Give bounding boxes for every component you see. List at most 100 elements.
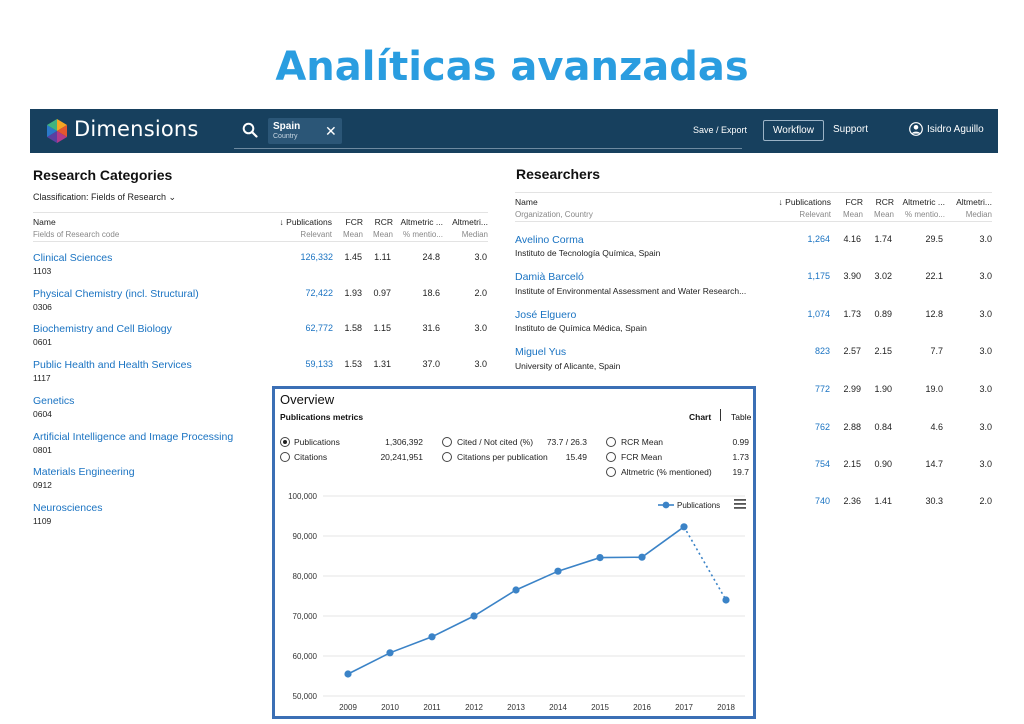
- user-name[interactable]: Isidro Aguillo: [927, 124, 984, 135]
- altmetric-value: 22.1: [925, 271, 943, 281]
- category-name[interactable]: Public Health and Health Services: [33, 359, 192, 371]
- x-tick-label: 2012: [465, 703, 483, 712]
- slide-title: Analíticas avanzadas: [275, 44, 749, 90]
- top-navigation-bar: Dimensions Spain Country ✕ Save / Export…: [30, 109, 998, 153]
- altmetric-median-value: 3.0: [979, 271, 992, 281]
- fcr-value: 1.73: [843, 309, 861, 319]
- legend-label[interactable]: Publications: [677, 501, 720, 510]
- publications-count[interactable]: 1,074: [807, 309, 830, 319]
- col-rcr[interactable]: RCR: [375, 217, 393, 227]
- researcher-name[interactable]: Avelino Corma: [515, 234, 584, 246]
- filter-chip-country[interactable]: Spain Country ✕: [268, 118, 342, 144]
- col-altmetric-median[interactable]: Altmetri...: [956, 197, 992, 207]
- researcher-name[interactable]: Damià Barceló: [515, 271, 584, 283]
- col-altmetric-median-sub: Median: [461, 230, 488, 239]
- category-code: 1117: [33, 373, 51, 383]
- category-name[interactable]: Physical Chemistry (incl. Structural): [33, 288, 199, 300]
- col-publications-sub: Relevant: [300, 230, 332, 239]
- dimensions-logo-icon[interactable]: [44, 118, 70, 144]
- researcher-name[interactable]: Miguel Yus: [515, 346, 566, 358]
- category-name[interactable]: Materials Engineering: [33, 466, 135, 478]
- altmetric-value: 7.7: [930, 346, 943, 356]
- altmetric-median-value: 3.0: [474, 323, 487, 333]
- user-icon[interactable]: [909, 122, 923, 136]
- altmetric-median-value: 3.0: [474, 359, 487, 369]
- category-code: 0604: [33, 409, 52, 419]
- save-export-button[interactable]: Save / Export: [693, 125, 747, 135]
- col-altmetric[interactable]: Altmetric ...: [902, 197, 945, 207]
- research-categories-title: Research Categories: [33, 167, 173, 183]
- researchers-title: Researchers: [516, 166, 601, 182]
- series-line: [347, 526, 685, 675]
- x-tick-label: 2010: [381, 703, 399, 712]
- rcr-value: 2.15: [874, 346, 892, 356]
- col-altmetric-sub: % mentio...: [402, 230, 443, 239]
- rcr-value: 1.31: [373, 359, 391, 369]
- legend-marker: [662, 501, 670, 509]
- col-fcr[interactable]: FCR: [346, 217, 363, 227]
- publications-count[interactable]: 62,772: [305, 323, 333, 333]
- x-tick-label: 2014: [549, 703, 567, 712]
- altmetric-value: 37.0: [422, 359, 440, 369]
- publications-count[interactable]: 126,332: [300, 252, 333, 262]
- data-point: [386, 649, 394, 657]
- col-rcr-sub: Mean: [372, 230, 393, 239]
- classification-dropdown[interactable]: Classification: Fields of Research ⌄: [33, 192, 176, 203]
- chip-sublabel: Country: [273, 133, 298, 140]
- publications-count[interactable]: 740: [815, 496, 830, 506]
- support-link[interactable]: Support: [833, 124, 868, 135]
- altmetric-median-value: 3.0: [979, 309, 992, 319]
- col-rcr[interactable]: RCR: [876, 197, 894, 207]
- publications-count[interactable]: 59,133: [305, 359, 333, 369]
- data-point: [470, 612, 478, 620]
- fcr-value: 1.53: [344, 359, 362, 369]
- col-altmetric-median[interactable]: Altmetri...: [452, 217, 488, 227]
- altmetric-median-value: 3.0: [979, 422, 992, 432]
- category-name[interactable]: Biochemistry and Cell Biology: [33, 323, 172, 335]
- publications-count[interactable]: 762: [815, 422, 830, 432]
- publications-count[interactable]: 1,175: [807, 271, 830, 281]
- category-name[interactable]: Neurosciences: [33, 502, 102, 514]
- logo-text[interactable]: Dimensions: [74, 117, 199, 141]
- workflow-button[interactable]: Workflow: [763, 120, 824, 141]
- altmetric-value: 19.0: [925, 384, 943, 394]
- data-point: [596, 554, 604, 562]
- col-publications[interactable]: ↓ Publications: [779, 197, 831, 207]
- data-point: [344, 670, 352, 678]
- publications-count[interactable]: 72,422: [305, 288, 333, 298]
- rcr-value: 1.11: [374, 252, 391, 262]
- dimensions-app: Dimensions Spain Country ✕ Save / Export…: [30, 109, 998, 721]
- altmetric-value: 24.8: [422, 252, 440, 262]
- altmetric-median-value: 3.0: [979, 384, 992, 394]
- col-altmetric[interactable]: Altmetric ...: [400, 217, 443, 227]
- publications-count[interactable]: 1,264: [807, 234, 830, 244]
- publications-count[interactable]: 754: [815, 459, 830, 469]
- rcr-value: 1.41: [874, 496, 892, 506]
- researcher-name[interactable]: José Elguero: [515, 309, 576, 321]
- publications-count[interactable]: 823: [815, 346, 830, 356]
- rcr-value: 1.15: [373, 323, 391, 333]
- col-publications[interactable]: ↓ Publications: [280, 217, 332, 227]
- y-tick-label: 60,000: [293, 652, 318, 661]
- hamburger-menu-icon[interactable]: [734, 499, 746, 509]
- fcr-value: 1.58: [344, 323, 362, 333]
- altmetric-median-value: 3.0: [474, 252, 487, 262]
- category-name[interactable]: Artificial Intelligence and Image Proces…: [33, 431, 233, 443]
- col-name[interactable]: Name: [33, 217, 56, 227]
- col-fcr-sub: Mean: [842, 210, 863, 219]
- fcr-value: 1.45: [344, 252, 362, 262]
- rcr-value: 1.90: [874, 384, 892, 394]
- categories-table-header: Name Fields of Research code ↓ Publicati…: [33, 212, 488, 242]
- chip-label: Spain: [273, 121, 301, 132]
- altmetric-value: 30.3: [925, 496, 943, 506]
- close-icon[interactable]: ✕: [325, 123, 337, 140]
- category-name[interactable]: Genetics: [33, 395, 74, 407]
- col-fcr[interactable]: FCR: [846, 197, 863, 207]
- category-name[interactable]: Clinical Sciences: [33, 252, 112, 264]
- publications-line-chart: 50,000 60,000 70,000 80,000 90,000 100,000 200…: [288, 492, 745, 712]
- search-field-underline: [234, 148, 742, 149]
- col-name[interactable]: Name: [515, 197, 538, 207]
- data-point: [680, 523, 688, 531]
- search-icon[interactable]: [242, 122, 258, 138]
- publications-count[interactable]: 772: [815, 384, 830, 394]
